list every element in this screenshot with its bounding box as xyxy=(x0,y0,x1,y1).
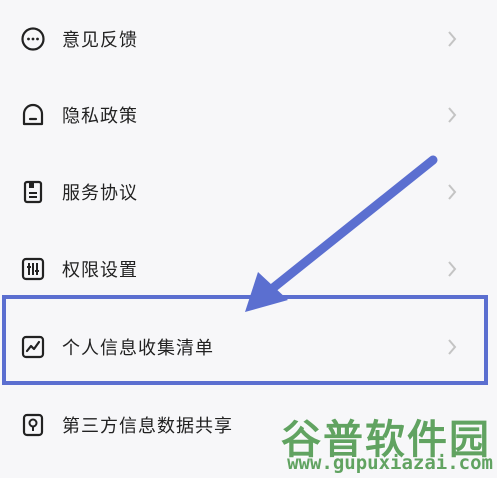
feedback-icon xyxy=(21,27,45,51)
menu-item-third-party-sharing[interactable]: 第三方信息数据共享 xyxy=(0,386,497,464)
menu-item-feedback[interactable]: 意见反馈 xyxy=(0,0,497,78)
menu-item-label: 服务协议 xyxy=(62,183,138,204)
menu-item-label: 第三方信息数据共享 xyxy=(62,416,233,437)
menu-item-personal-info-list[interactable]: 个人信息收集清单 xyxy=(0,308,497,386)
menu-item-label: 个人信息收集清单 xyxy=(62,338,214,359)
chevron-right-icon xyxy=(448,261,457,277)
menu-item-label: 隐私政策 xyxy=(62,106,138,127)
menu-item-label: 意见反馈 xyxy=(62,30,138,51)
menu-item-privacy-policy[interactable]: 隐私政策 xyxy=(0,76,497,154)
personal-info-icon xyxy=(21,335,45,359)
chevron-right-icon xyxy=(448,31,457,47)
agreement-icon xyxy=(23,180,43,204)
permission-settings-icon xyxy=(21,257,45,281)
chevron-right-icon xyxy=(448,107,457,123)
chevron-right-icon xyxy=(448,184,457,200)
menu-item-label: 权限设置 xyxy=(62,260,138,281)
chevron-right-icon xyxy=(448,339,457,355)
menu-item-service-agreement[interactable]: 服务协议 xyxy=(0,153,497,231)
privacy-icon xyxy=(22,103,44,126)
third-party-share-icon xyxy=(22,413,44,437)
menu-item-permission-settings[interactable]: 权限设置 xyxy=(0,230,497,308)
